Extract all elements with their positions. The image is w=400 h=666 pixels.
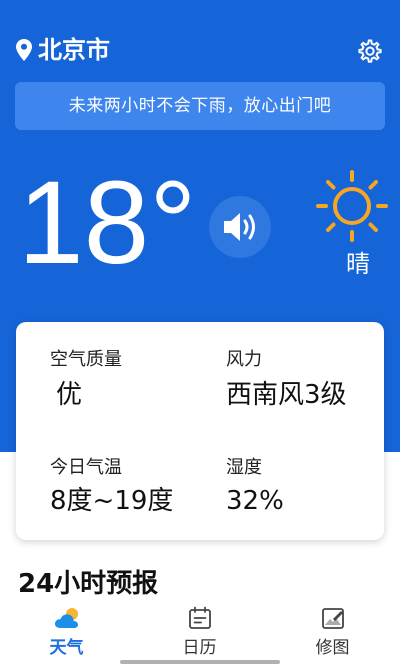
temp-range-label: 今日气温 <box>50 457 122 478</box>
tab-calendar[interactable]: 日历 <box>133 600 266 666</box>
top-bar: 北京市 <box>0 30 400 70</box>
location-pin-icon <box>16 39 32 61</box>
tab-photo-edit[interactable]: 修图 <box>266 600 399 666</box>
weather-details-card: 空气质量 优 风力 西南风3级 今日气温 8度~19度 湿度 32% <box>16 322 384 540</box>
wind-value: 西南风3级 <box>226 380 347 410</box>
rain-forecast-banner: 未来两小时不会下雨，放心出门吧 <box>15 82 385 130</box>
bottom-tab-bar: 天气 日历 修图 <box>0 600 400 666</box>
sun-icon <box>316 170 388 242</box>
current-temperature: 18° <box>18 157 197 289</box>
humidity-value: 32% <box>226 486 284 516</box>
tab-photo-edit-label: 修图 <box>315 638 350 658</box>
calendar-icon <box>189 606 211 629</box>
tab-weather[interactable]: 天气 <box>0 600 133 666</box>
tab-calendar-label: 日历 <box>182 638 217 658</box>
speaker-icon <box>224 213 255 241</box>
hourly-forecast-title: 24小时预报 <box>18 569 159 599</box>
photo-edit-icon <box>322 608 344 629</box>
air-quality-label: 空气质量 <box>50 349 122 370</box>
tab-weather-label: 天气 <box>49 638 84 658</box>
weather-condition: 晴 <box>346 250 370 278</box>
temp-range-value: 8度~19度 <box>50 486 174 516</box>
air-quality-value: 优 <box>56 380 83 410</box>
home-indicator[interactable] <box>120 660 280 664</box>
wind-label: 风力 <box>226 349 262 370</box>
gear-icon[interactable] <box>356 38 382 64</box>
humidity-label: 湿度 <box>226 457 262 478</box>
weather-cloud-icon <box>54 608 78 628</box>
voice-broadcast-button[interactable] <box>209 196 271 258</box>
city-name[interactable]: 北京市 <box>38 33 110 67</box>
